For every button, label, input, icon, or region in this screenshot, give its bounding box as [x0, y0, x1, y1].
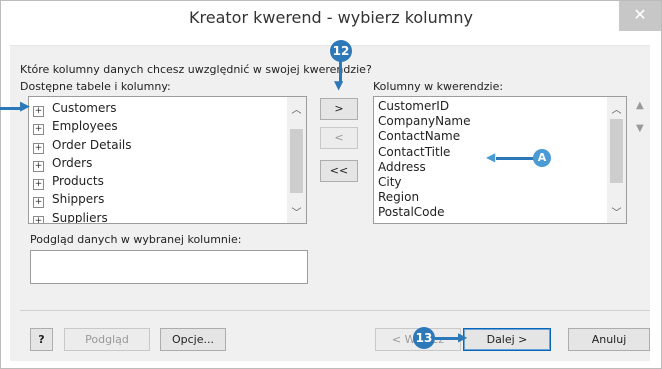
- callout-step-12: 12: [330, 40, 352, 62]
- expand-plus-icon[interactable]: +: [33, 215, 44, 223]
- available-label: Dostępne tabele i kolumny:: [20, 80, 171, 93]
- next-button[interactable]: Dalej >: [463, 328, 551, 351]
- options-button[interactable]: Opcje...: [160, 328, 226, 351]
- close-button[interactable]: ✕: [619, 1, 661, 31]
- available-table-label: Orders: [52, 155, 93, 170]
- available-table-label: Employees: [52, 119, 118, 134]
- scroll-up-icon[interactable]: ︿: [611, 101, 622, 116]
- available-table-item[interactable]: + Suppliers: [29, 209, 286, 224]
- add-column-button[interactable]: >: [320, 98, 358, 120]
- cancel-button[interactable]: Anuluj: [568, 328, 650, 351]
- expand-plus-icon[interactable]: +: [33, 142, 44, 154]
- callout-a-arrow-shaft: [496, 157, 536, 160]
- selected-column-item[interactable]: CompanyName: [378, 114, 606, 129]
- scroll-down-icon[interactable]: ﹀: [611, 204, 622, 219]
- footer-separator: [20, 310, 650, 311]
- move-down-icon[interactable]: ▼: [636, 123, 644, 134]
- selected-scrollbar[interactable]: ︿ ﹀: [607, 97, 626, 223]
- selected-columns-list[interactable]: CustomerID CompanyName ContactName ContactT…: [373, 96, 627, 224]
- available-table-item[interactable]: + Products: [29, 172, 286, 191]
- available-table-item[interactable]: + Shippers: [29, 190, 286, 209]
- expand-plus-icon[interactable]: +: [33, 179, 44, 191]
- available-table-item[interactable]: + Orders: [29, 154, 286, 172]
- expand-plus-icon[interactable]: +: [33, 160, 44, 172]
- dialog-title: Kreator kwerend - wybierz kolumny: [189, 8, 473, 27]
- arrowhead-right-icon: ▶: [20, 99, 30, 114]
- available-table-label: Customers: [52, 101, 117, 115]
- expand-plus-icon[interactable]: +: [33, 124, 44, 136]
- available-table-label: Suppliers: [52, 210, 108, 224]
- help-button[interactable]: ?: [30, 328, 53, 351]
- arrowhead-down-icon: ▼: [334, 78, 344, 92]
- available-tables-list[interactable]: + Customers + Employees + Order Details + Order…: [28, 96, 307, 224]
- available-scrollbar[interactable]: ︿ ﹀: [287, 97, 306, 223]
- scroll-down-icon[interactable]: ﹀: [291, 204, 302, 219]
- scroll-thumb[interactable]: [610, 119, 623, 183]
- expand-plus-icon[interactable]: +: [33, 106, 44, 117]
- callout-left-arrow: [0, 107, 22, 110]
- move-up-icon[interactable]: ▲: [636, 100, 644, 111]
- preview-button[interactable]: Podgląd: [64, 328, 150, 351]
- title-bar: Kreator kwerend - wybierz kolumny ✕: [1, 1, 661, 35]
- available-table-item[interactable]: + Customers: [29, 99, 286, 117]
- selected-column-item[interactable]: City: [378, 175, 606, 190]
- selected-column-item[interactable]: CustomerID: [378, 99, 606, 114]
- preview-label: Podgląd danych w wybranej kolumnie:: [30, 233, 242, 246]
- scroll-thumb[interactable]: [290, 129, 303, 193]
- preview-field: [30, 250, 308, 284]
- available-table-label: Products: [52, 174, 104, 189]
- remove-all-columns-button[interactable]: <<: [320, 160, 358, 182]
- prompt-text: Które kolumny danych chcesz uwzględnić w…: [20, 63, 372, 76]
- available-table-label: Order Details: [52, 137, 132, 152]
- callout-a: A: [533, 149, 551, 167]
- expand-plus-icon[interactable]: +: [33, 197, 44, 209]
- callout-step-13: 13: [413, 327, 435, 349]
- available-table-item[interactable]: + Employees: [29, 117, 286, 136]
- arrowhead-right-icon: ▶: [458, 330, 468, 344]
- selected-label: Kolumny w kwerendzie:: [373, 80, 504, 93]
- available-table-item[interactable]: + Order Details: [29, 136, 286, 154]
- remove-column-button[interactable]: <: [320, 127, 358, 149]
- arrowhead-left-icon: ◀: [486, 150, 496, 164]
- scroll-up-icon[interactable]: ︿: [291, 101, 302, 116]
- available-table-label: Shippers: [52, 192, 105, 207]
- selected-column-item[interactable]: Region: [378, 190, 606, 205]
- selected-column-item[interactable]: PostalCode: [378, 205, 606, 220]
- selected-column-item[interactable]: ContactName: [378, 129, 606, 144]
